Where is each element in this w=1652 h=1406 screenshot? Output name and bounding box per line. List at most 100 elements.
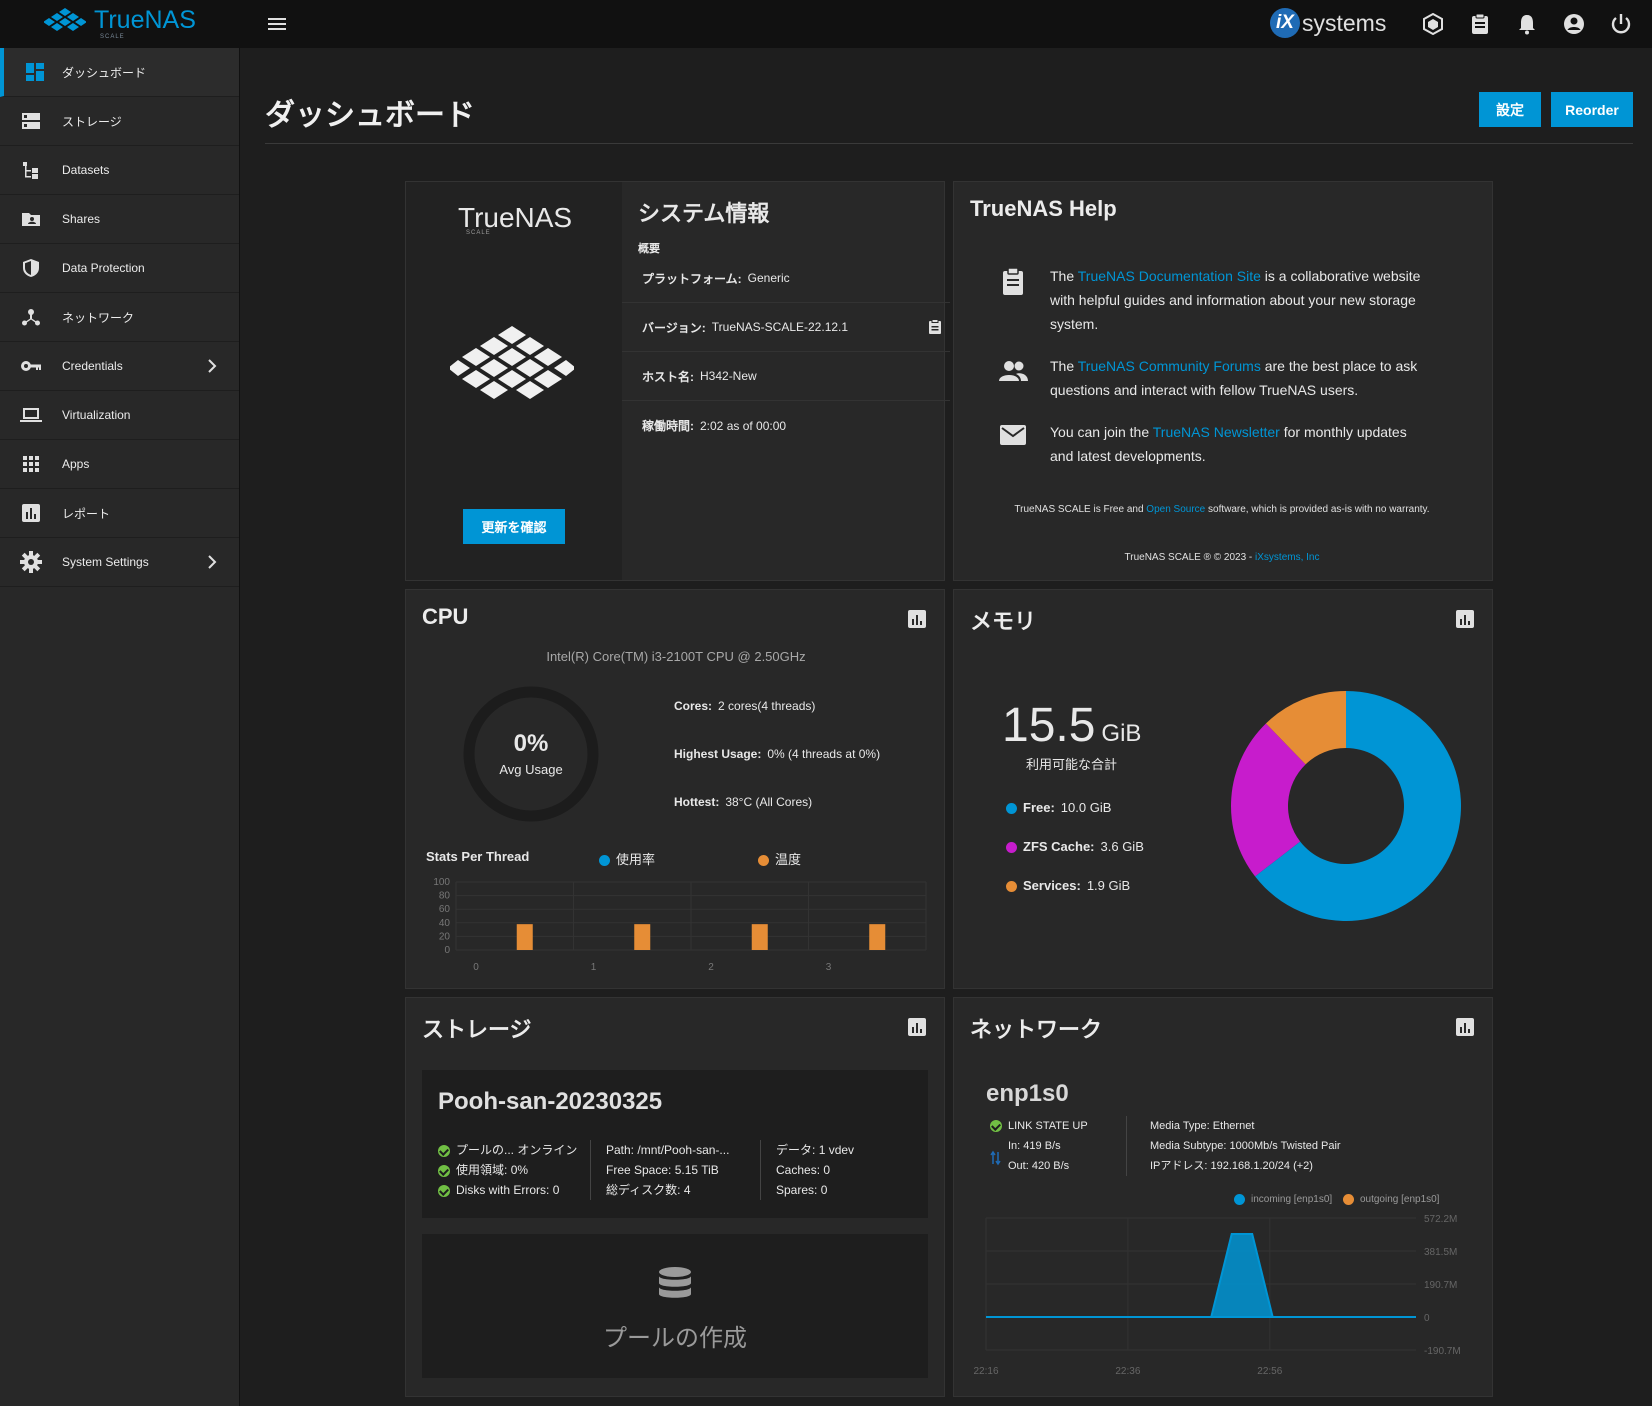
memory-services-value: 1.9 GiB <box>1086 878 1131 893</box>
storage-icon <box>20 110 42 132</box>
sysinfo-version-row: バージョン: TrueNAS-SCALE-22.12.1 <box>622 303 950 352</box>
copy-clipboard-icon[interactable] <box>928 319 942 335</box>
newsletter-link[interactable]: TrueNAS Newsletter <box>1153 424 1280 440</box>
check-circle-icon <box>990 1120 1002 1133</box>
apps-grid-icon <box>20 453 42 475</box>
memory-total-label: 利用可能な合計 <box>1026 757 1118 772</box>
cpu-chart-bar-temp <box>634 924 651 950</box>
platform-value: Generic <box>747 271 790 285</box>
sidebar-item-label: Credentials <box>62 359 123 373</box>
legend-temp-text: 温度 <box>775 852 802 867</box>
power-icon[interactable] <box>1608 11 1634 37</box>
ix-text: systems <box>1302 9 1387 36</box>
docs-site-link[interactable]: TrueNAS Documentation Site <box>1078 268 1261 284</box>
traffic-arrows-icon <box>990 1150 1001 1166</box>
create-pool-label: プールの作成 <box>603 1325 747 1352</box>
sidebar-item-data-protection[interactable]: Data Protection <box>0 244 239 293</box>
header-divider <box>265 143 1633 144</box>
sidebar-item-credentials[interactable]: Credentials <box>0 342 239 391</box>
sidebar-item-datasets[interactable]: Datasets <box>0 146 239 195</box>
version-value: TrueNAS-SCALE-22.12.1 <box>711 320 849 334</box>
cpu-hottest-value: 38°C (All Cores) <box>725 795 813 809</box>
pool-status-value: オンライン <box>517 1143 578 1157</box>
storage-report-icon[interactable] <box>908 1018 926 1036</box>
help-newsletter-text: You can join the TrueNAS Newsletter for … <box>1050 420 1430 468</box>
pool-status-col: プールの... オンライン 使用領域: 0% Disks with Errors… <box>438 1140 577 1200</box>
help-title: TrueNAS Help <box>970 196 1117 221</box>
network-link-col: LINK STATE UP In: 419 B/s Out: 420 B/s <box>990 1116 1088 1176</box>
sidebar-item-label: Datasets <box>62 163 110 177</box>
menu-toggle-icon[interactable] <box>266 14 288 34</box>
create-pool-panel[interactable]: プールの作成 <box>422 1234 928 1378</box>
truenas-logo[interactable]: TrueNAS SCALE <box>44 6 196 40</box>
sidebar-item-virtualization[interactable]: Virtualization <box>0 391 239 440</box>
memory-services-label: Services: <box>1023 878 1081 893</box>
sidebar-item-reports[interactable]: レポート <box>0 489 239 538</box>
cpu-chart-ytick-label: 20 <box>439 931 451 942</box>
page-title: ダッシュボード <box>265 99 475 132</box>
cpu-chart-ytick-label: 60 <box>439 904 451 915</box>
cpu-chart-ytick-label: 100 <box>433 877 450 888</box>
memory-free-stat: Free: 10.0 GiB <box>1006 800 1111 815</box>
account-circle-icon[interactable] <box>1561 11 1587 37</box>
network-out-row: Out: 420 B/s <box>990 1156 1088 1176</box>
sysinfo-title: システム情報 <box>638 201 770 226</box>
cpu-chart-ytick-label: 40 <box>439 918 451 929</box>
sidebar-item-label: System Settings <box>62 555 149 569</box>
net-chart-xtick-label: 22:36 <box>1115 1366 1140 1377</box>
sidebar-item-system-settings[interactable]: System Settings <box>0 538 239 587</box>
ixsystems-logo[interactable]: iX systems <box>1270 8 1386 38</box>
system-info-logo-panel: TrueNAS SCALE 更新を確認 <box>406 182 622 580</box>
pool-caches-row: Caches: 0 <box>776 1160 854 1180</box>
cpu-highest-value: 0% (4 threads at 0%) <box>767 747 881 761</box>
legend-dot-incoming <box>1234 1194 1245 1205</box>
storage-card: ストレージ Pooh-san-20230325 プールの... オンライン 使用… <box>405 997 945 1397</box>
open-source-link[interactable]: Open Source <box>1146 504 1205 515</box>
check-circle-icon <box>438 1164 450 1177</box>
network-report-icon[interactable] <box>1456 1018 1474 1036</box>
pool-errors-label: Disks with Errors: <box>456 1183 550 1197</box>
sidebar-item-label: Shares <box>62 212 101 226</box>
cpu-chart-xtick-label: 1 <box>591 962 597 972</box>
sidebar-item-shares[interactable]: Shares <box>0 195 239 244</box>
cpu-chart-ytick-label: 0 <box>444 945 450 956</box>
network-media-col: Media Type: Ethernet Media Subtype: 1000… <box>1150 1116 1341 1176</box>
sidebar-item-storage[interactable]: ストレージ <box>0 97 239 146</box>
pool-path-value: /mnt/Pooh-san-... <box>637 1143 730 1157</box>
ixsystems-link[interactable]: iXsystems, Inc <box>1255 552 1319 563</box>
cpu-cores-value: 2 cores(4 threads) <box>718 699 816 713</box>
check-updates-button[interactable]: 更新を確認 <box>463 509 565 544</box>
clipboard-icon <box>1003 267 1023 295</box>
cpu-chart-xtick-label: 2 <box>708 962 714 972</box>
sidebar-item-apps[interactable]: Apps <box>0 440 239 489</box>
memory-total-unit: GiB <box>1101 720 1142 747</box>
reorder-button[interactable]: Reorder <box>1551 92 1633 127</box>
cpu-title: CPU <box>422 604 469 629</box>
legend-dot-usage <box>599 855 610 867</box>
task-manager-icon[interactable] <box>1467 11 1493 37</box>
cpu-report-icon[interactable] <box>908 610 926 628</box>
sidebar-item-network[interactable]: ネットワーク <box>0 293 239 342</box>
network-legend: incoming [enp1s0] outgoing [enp1s0] <box>1234 1194 1439 1205</box>
sysinfo-hostname-row: ホスト名: H342-New <box>622 352 950 401</box>
truecommand-icon[interactable] <box>1420 11 1446 37</box>
memory-report-icon[interactable] <box>1456 610 1474 628</box>
system-info-card: TrueNAS SCALE 更新を確認 システム情報 概要 プラットフォーム: … <box>405 181 950 581</box>
pool-col-divider <box>760 1140 761 1200</box>
community-forums-link[interactable]: TrueNAS Community Forums <box>1078 358 1261 374</box>
pool-path-label: Path: <box>606 1143 635 1157</box>
pool-space-col: Path: /mnt/Pooh-san-... Free Space: 5.15… <box>606 1140 729 1200</box>
cpu-cores-stat: Cores: 2 cores(4 threads) <box>674 699 815 713</box>
memory-title: メモリ <box>970 609 1037 634</box>
notifications-bell-icon[interactable] <box>1514 11 1540 37</box>
sidebar-item-dashboard[interactable]: ダッシュボード <box>0 48 239 97</box>
network-out-label: Out: <box>1008 1160 1029 1172</box>
configure-button[interactable]: 設定 <box>1479 92 1541 127</box>
platform-label: プラットフォーム: <box>642 271 742 286</box>
pool-disks-row: 総ディスク数: 4 <box>606 1180 729 1200</box>
sidebar: ダッシュボード ストレージ Datasets Shares Data Prote… <box>0 48 240 1406</box>
pool-free-row: Free Space: 5.15 TiB <box>606 1160 729 1180</box>
cpu-chart-bar-temp <box>869 924 886 950</box>
media-type-row: Media Type: Ethernet <box>1150 1116 1341 1136</box>
net-chart-xtick-label: 22:16 <box>973 1366 998 1377</box>
